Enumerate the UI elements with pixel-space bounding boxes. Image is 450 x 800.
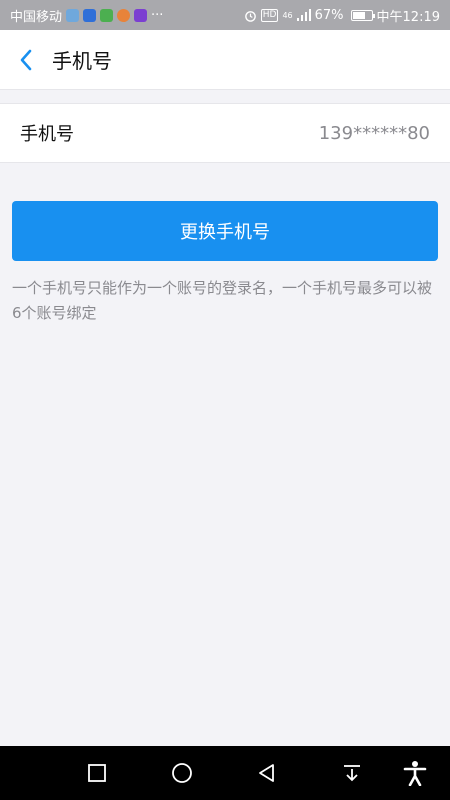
nav-accessibility-button[interactable] bbox=[390, 746, 440, 800]
clock: 中午12:19 bbox=[376, 9, 440, 25]
network-label: 46 bbox=[282, 10, 293, 20]
hd-icon: HD bbox=[260, 8, 279, 22]
page-title: 手机号 bbox=[52, 49, 112, 73]
nav-recent-button[interactable] bbox=[72, 746, 122, 800]
back-button[interactable] bbox=[0, 30, 52, 90]
signal-icon bbox=[296, 9, 311, 21]
weather-icon bbox=[66, 8, 80, 22]
phone-number-value: 139******80 bbox=[318, 122, 430, 144]
more-notifications: ··· bbox=[151, 7, 164, 23]
down-arrow-icon bbox=[344, 765, 360, 782]
status-left: 中国移动 ··· bbox=[10, 6, 163, 25]
accessibility-icon bbox=[403, 761, 427, 786]
hint-text: 一个手机号只能作为一个账号的登录名，一个手机号最多可以被6个账号绑定 bbox=[12, 279, 433, 322]
status-right: HD 46 67% 中午12:19 bbox=[244, 6, 440, 25]
triangle-left-icon bbox=[259, 764, 274, 782]
app-icon bbox=[100, 8, 114, 22]
battery-icon bbox=[350, 9, 375, 21]
alarm-icon bbox=[244, 10, 256, 22]
battery-percent: 67% bbox=[314, 7, 344, 23]
app-icon bbox=[134, 8, 148, 22]
nav-back-button[interactable] bbox=[242, 746, 292, 800]
circle-icon bbox=[172, 763, 192, 783]
change-phone-button[interactable]: 更换手机号 bbox=[12, 201, 438, 261]
nav-pull-down-button[interactable] bbox=[327, 746, 377, 800]
app-icon bbox=[117, 8, 131, 22]
phone-number-label: 手机号 bbox=[20, 124, 74, 145]
carrier-name: 中国移动 bbox=[10, 9, 63, 25]
system-nav-bar bbox=[0, 746, 450, 800]
status-bar: 中国移动 ··· HD 46 67% 中午12:19 bbox=[0, 0, 450, 30]
phone-number-row: 手机号 139******80 bbox=[0, 103, 450, 163]
app-icon bbox=[83, 8, 97, 22]
nav-home-button[interactable] bbox=[157, 746, 207, 800]
chevron-left-icon bbox=[20, 49, 32, 70]
square-icon bbox=[88, 764, 106, 782]
app-bar: 手机号 bbox=[0, 30, 450, 90]
